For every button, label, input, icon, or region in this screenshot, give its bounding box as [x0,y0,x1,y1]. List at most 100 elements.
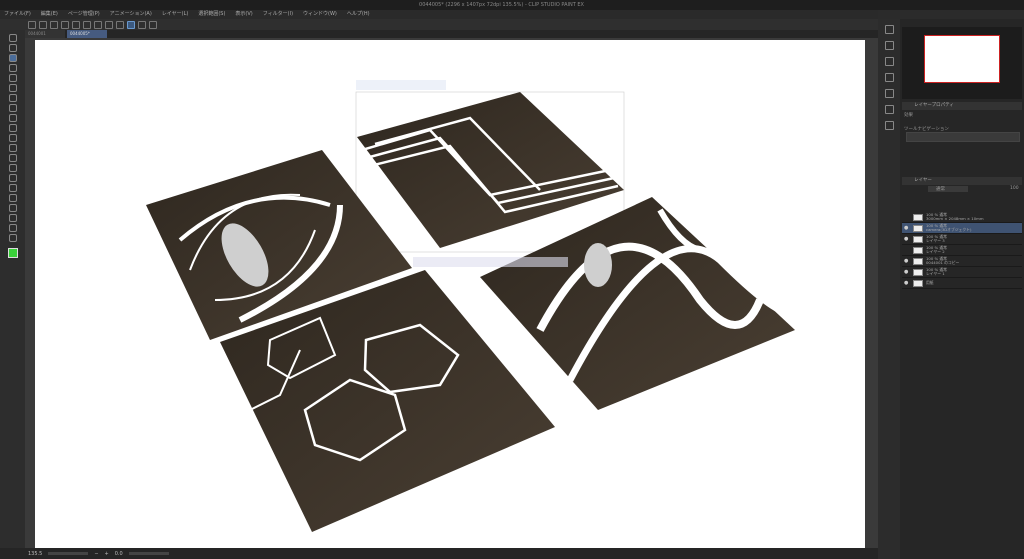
tool-palette [0,30,25,548]
layer-thumbnail [913,279,923,287]
menu-filter[interactable]: フィルター(I) [263,10,293,19]
open-icon[interactable] [39,20,47,29]
eye-icon[interactable]: ● [904,259,910,264]
menu-view[interactable]: 表示(V) [235,10,252,19]
new-icon[interactable] [28,20,36,29]
pen-icon[interactable] [8,94,17,102]
layer-row[interactable]: ● 100 % 通常 レイヤー 1 [902,267,1022,278]
eyedropper-icon[interactable] [8,84,17,92]
eye-icon[interactable]: ● [904,270,910,275]
balloon-icon[interactable] [8,224,17,232]
layer-name: レイヤー 1 [926,271,945,276]
menu-page[interactable]: ページ管理(P) [68,10,100,19]
layer-row[interactable]: ● 100 % 通常 0044001 のコピー [902,256,1022,267]
pencil-icon[interactable] [8,104,17,112]
layer-name: レイヤー 3 [926,238,945,243]
figure-icon[interactable] [8,184,17,192]
ruler-icon[interactable] [8,204,17,212]
menu-file[interactable]: ファイル(F) [4,10,31,19]
layer-property-header[interactable]: レイヤープロパティ [902,102,1022,110]
menu-help[interactable]: ヘルプ(H) [347,10,370,19]
snap-special-ruler-icon[interactable] [127,20,135,29]
layer-thumbnail [913,268,923,276]
snap-grid-icon[interactable] [138,20,146,29]
layer-row[interactable]: 100 % 通常 レイヤー 2 [902,245,1022,256]
sub-tool-icon[interactable] [884,25,894,34]
correct-line-icon[interactable] [8,234,17,242]
tool-navigation-button[interactable] [906,132,1020,142]
layer-row-paper[interactable]: ● 用紙 [902,278,1022,289]
object-launcher[interactable] [413,257,568,267]
blend-mode-select[interactable]: 通常 [928,186,968,192]
gradient-icon[interactable] [8,174,17,182]
navigator-panel [902,27,1022,99]
hand-tool-icon[interactable] [8,44,17,52]
tile-bottom-right[interactable] [480,197,795,410]
right-panel: レイヤープロパティ 効果 ツールナビゲーション レイヤー 通常 100 100 … [878,19,1024,559]
color-wheel-icon[interactable] [884,41,894,50]
menu-animation[interactable]: アニメーション(A) [110,10,152,19]
menu-layer[interactable]: レイヤー(L) [162,10,189,19]
layer-tab[interactable]: レイヤー [902,177,1022,185]
transform-icon[interactable] [105,20,113,29]
zoom-tool-icon[interactable] [8,34,17,42]
layer-name: camera(3Dオブジェクト) [926,227,972,232]
layer-thumbnail [913,246,923,254]
layer-name: 0044001 のコピー [926,260,960,265]
brush-icon[interactable] [8,114,17,122]
operation-tool-icon[interactable] [8,54,17,62]
angle-value[interactable]: 0.0 [115,551,123,557]
main-color-swatch[interactable] [7,248,18,258]
color-set-icon[interactable] [884,57,894,66]
fill-tool-icon[interactable] [8,164,17,172]
eye-icon[interactable]: ● [904,226,910,231]
navigator-thumbnail[interactable] [924,35,1000,83]
rotate-slider[interactable] [128,552,169,555]
status-bar: 135.5 − + 0.0 [0,548,878,559]
canvas-area[interactable] [25,38,878,548]
redo-icon[interactable] [72,20,80,29]
undo-icon[interactable] [61,20,69,29]
select-tool-icon[interactable] [8,74,17,82]
blend-icon[interactable] [8,154,17,162]
layer-row[interactable]: 100 % 通常 3000mm × 2048mm × 10mm [902,212,1022,223]
3d-scene[interactable] [35,40,865,548]
layer-row[interactable]: ● 100 % 通常 レイヤー 3 [902,234,1022,245]
eye-icon[interactable]: ● [904,237,910,242]
snap-ruler-icon[interactable] [116,20,124,29]
move-tool-icon[interactable] [8,64,17,72]
effect-label: 効果 [904,113,913,118]
settings-icon[interactable] [149,20,157,29]
layer-name: 3000mm × 2048mm × 10mm [926,216,984,221]
zoom-in-icon[interactable]: + [105,551,109,557]
save-icon[interactable] [50,20,58,29]
zoom-slider[interactable] [48,552,89,555]
menu-selection[interactable]: 選択範囲(S) [198,10,225,19]
zoom-value[interactable]: 135.5 [28,551,42,557]
fill-icon[interactable] [94,20,102,29]
layer-search-icon[interactable] [884,121,894,130]
decoration-icon[interactable] [8,134,17,142]
layer-row-selected[interactable]: ● 100 % 通常 camera(3Dオブジェクト) [902,223,1022,234]
command-bar [0,19,878,30]
material-icon[interactable] [884,73,894,82]
eye-icon[interactable]: ● [904,281,910,286]
navigator-icon[interactable] [884,89,894,98]
canvas-paper[interactable] [35,40,865,548]
layer-list: 100 % 通常 3000mm × 2048mm × 10mm ● 100 % 通常… [902,212,1022,289]
eraser-icon[interactable] [8,144,17,152]
airbrush-icon[interactable] [8,124,17,132]
tab-0044005[interactable]: 0044005* [67,30,107,38]
tab-0044001[interactable]: 0044001 [25,30,65,38]
panel-icon-column [878,19,900,559]
clear-icon[interactable] [83,20,91,29]
frame-icon[interactable] [8,194,17,202]
opacity-value[interactable]: 100 [1010,186,1019,191]
text-icon[interactable] [8,214,17,222]
3d-move-manipulator[interactable] [356,80,446,90]
tile-top-right[interactable] [357,92,624,248]
menu-window[interactable]: ウィンドウ(W) [303,10,337,19]
history-icon[interactable] [884,105,894,114]
zoom-out-icon[interactable]: − [94,551,98,557]
menu-edit[interactable]: 編集(E) [41,10,58,19]
